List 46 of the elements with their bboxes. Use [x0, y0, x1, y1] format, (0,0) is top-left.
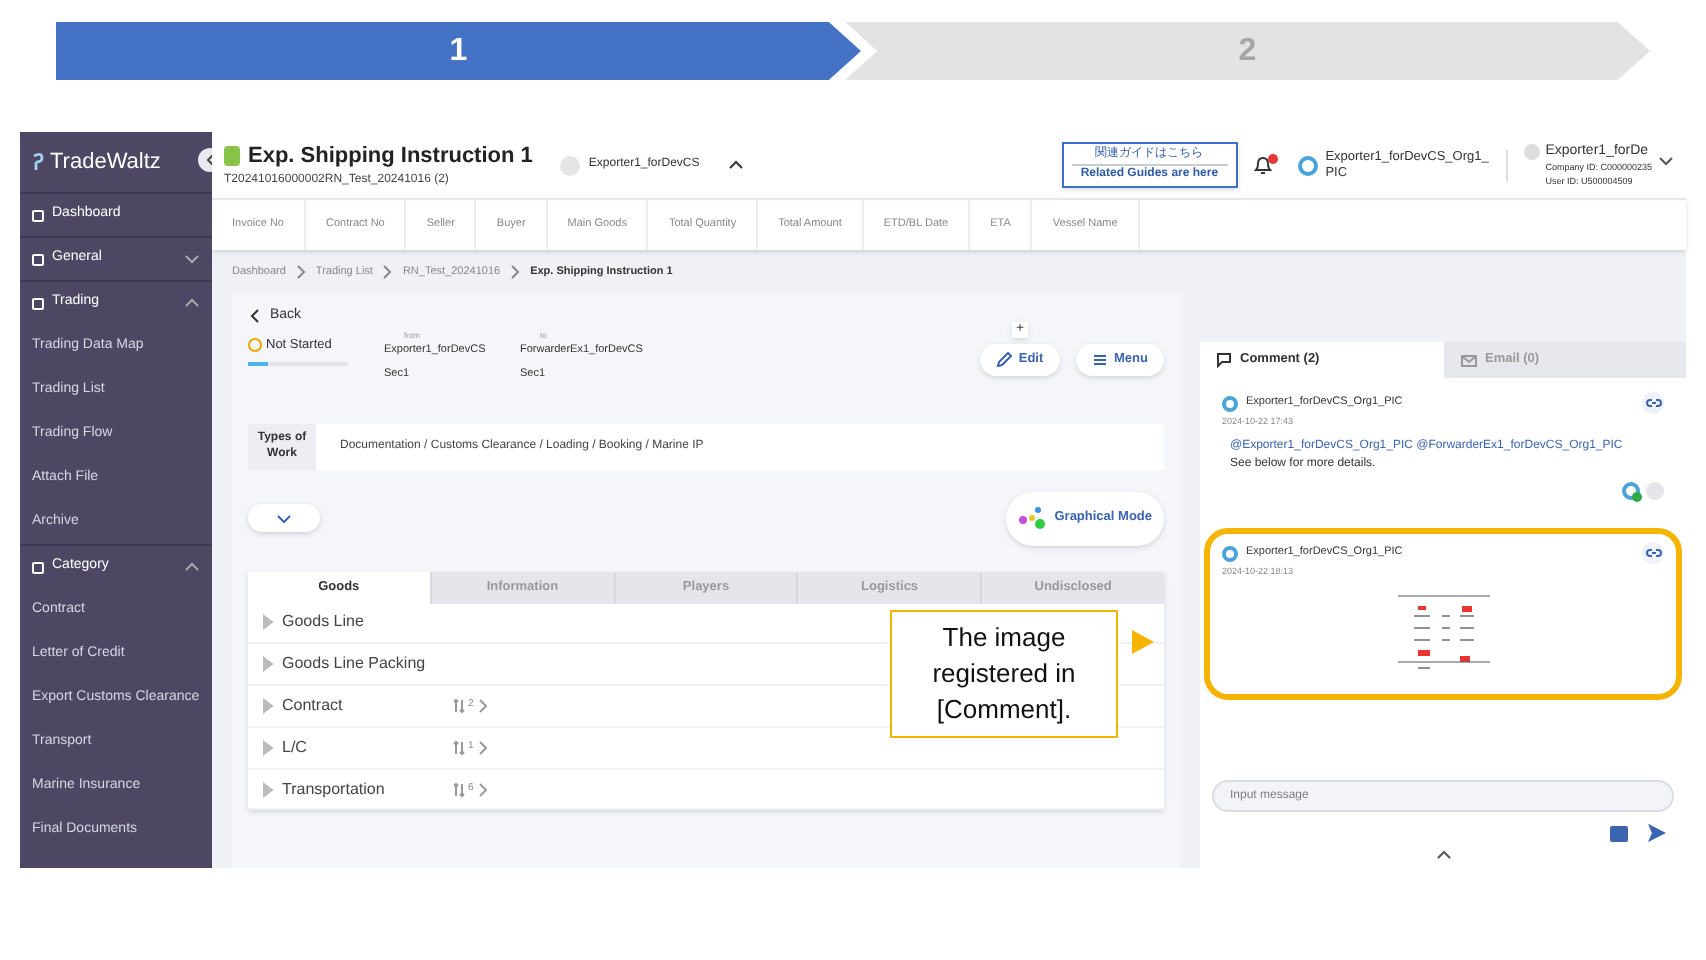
sort-icon	[452, 697, 466, 714]
sort-icon	[452, 739, 466, 756]
row-label: L/C	[282, 735, 309, 760]
company-icon	[560, 155, 581, 175]
back-icon	[248, 308, 262, 324]
send-icon[interactable]	[1648, 824, 1666, 842]
nodes-icon	[1018, 506, 1047, 530]
row-label: Transportation	[282, 777, 387, 802]
sort-icon	[452, 781, 466, 798]
chevron-down-icon	[276, 511, 292, 525]
chevron-right-icon[interactable]	[475, 781, 490, 798]
document-title: Exp. Shipping Instruction 1	[248, 141, 533, 172]
chevron-right-icon[interactable]	[475, 739, 490, 756]
logo-icon	[32, 152, 44, 172]
chevron-right-icon	[293, 264, 308, 280]
avatar-icon	[1297, 155, 1318, 175]
chat-icon	[1216, 352, 1232, 368]
section-icon	[32, 253, 44, 265]
avatar-icon	[1523, 143, 1540, 159]
section-icon	[32, 297, 44, 309]
chevron-right-icon	[508, 264, 523, 280]
chevron-right-icon[interactable]	[475, 697, 490, 714]
pencil-icon	[996, 352, 1013, 368]
chevron-right-icon	[380, 264, 395, 280]
link-button[interactable]	[1642, 542, 1664, 564]
link-icon	[1645, 544, 1661, 562]
check-badge-icon	[1632, 491, 1642, 502]
chevron-up-icon[interactable]	[1435, 848, 1451, 862]
section-icon	[32, 209, 44, 221]
pending-icon	[248, 338, 262, 353]
avatar-icon	[1222, 545, 1238, 561]
logo-text: TradeWaltz	[50, 147, 161, 178]
link-icon	[1645, 394, 1661, 412]
menu-icon	[1092, 352, 1108, 368]
envelope-icon	[1459, 351, 1477, 369]
row-label: Contract	[282, 693, 345, 718]
link-button[interactable]	[1642, 392, 1664, 414]
chevron-up-icon[interactable]	[727, 158, 744, 172]
avatar-icon	[1222, 395, 1238, 411]
bell-icon[interactable]	[1253, 155, 1274, 175]
row-label: Goods Line	[282, 610, 366, 635]
section-icon	[32, 561, 44, 573]
chevron-down-icon[interactable]	[1658, 153, 1674, 167]
avatar-icon	[1646, 481, 1664, 500]
row-label: Goods Line Packing	[282, 652, 428, 677]
callout-text: The image registered in [Comment].	[890, 610, 1118, 738]
